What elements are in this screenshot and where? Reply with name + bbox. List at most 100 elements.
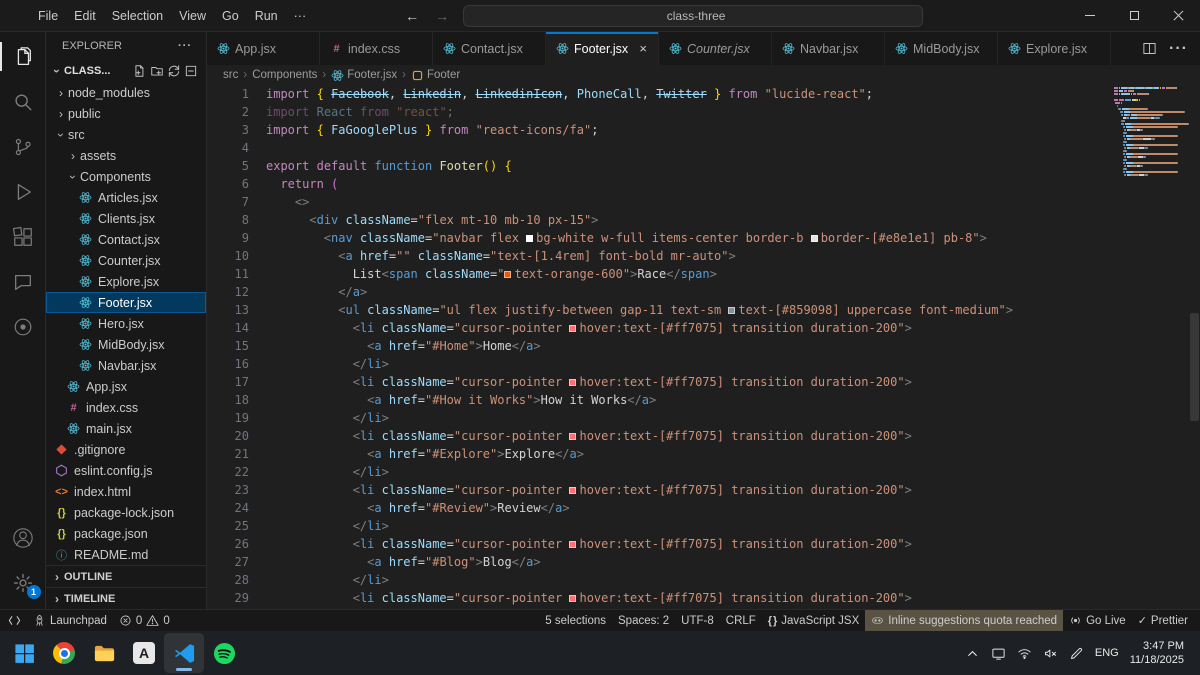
tree-item-explore-jsx[interactable]: Explore.jsx xyxy=(46,271,206,292)
code-editor[interactable]: 1 import { Facebook, Linkedin, LinkedinIc… xyxy=(207,85,1200,609)
pen-icon[interactable] xyxy=(1069,646,1084,661)
tree-item-main-jsx[interactable]: main.jsx xyxy=(46,418,206,439)
menu-file[interactable]: File xyxy=(30,0,66,31)
activity-explorer[interactable] xyxy=(0,34,46,79)
tree-item-src[interactable]: › src xyxy=(46,124,206,145)
menu-go[interactable]: Go xyxy=(214,0,247,31)
section-timeline[interactable]: › TIMELINE xyxy=(46,587,206,609)
tree-item-footer-jsx[interactable]: Footer.jsx xyxy=(46,292,206,313)
activity-copilot-chat[interactable] xyxy=(0,259,46,304)
workspace-section[interactable]: › CLASS... xyxy=(46,60,206,82)
new-file-icon[interactable] xyxy=(133,64,147,78)
activity-settings[interactable]: 1 xyxy=(0,560,46,605)
tree-item-navbar-jsx[interactable]: Navbar.jsx xyxy=(46,355,206,376)
tree-item-app-jsx[interactable]: App.jsx xyxy=(46,376,206,397)
toggle-secondary-sidebar-icon[interactable] xyxy=(1056,13,1062,19)
breadcrumb-footer[interactable]: Footer xyxy=(411,68,460,83)
tab-app-jsx[interactable]: App.jsx xyxy=(207,32,320,65)
forward-button[interactable]: → xyxy=(427,8,457,24)
menu-edit[interactable]: Edit xyxy=(66,0,104,31)
tree-item-index-html[interactable]: <> index.html xyxy=(46,481,206,502)
taskbar-vscode[interactable] xyxy=(164,633,204,673)
status-go-live[interactable]: Go Live xyxy=(1063,610,1132,631)
close-icon[interactable]: × xyxy=(637,40,649,57)
activity-live-share[interactable] xyxy=(0,304,46,349)
menu-run[interactable]: Run xyxy=(247,0,286,31)
new-folder-icon[interactable] xyxy=(150,64,164,78)
clock[interactable]: 3:47 PM 11/18/2025 xyxy=(1130,639,1184,668)
collapse-all-icon[interactable] xyxy=(184,64,198,78)
tree-item-contact-jsx[interactable]: Contact.jsx xyxy=(46,229,206,250)
status-encoding[interactable]: UTF-8 xyxy=(675,610,720,631)
tree-item-index-css[interactable]: # index.css xyxy=(46,397,206,418)
menu-selection[interactable]: Selection xyxy=(104,0,171,31)
customize-layout-icon[interactable] xyxy=(1026,13,1032,19)
back-button[interactable]: ← xyxy=(397,8,427,24)
tree-item-readme-md[interactable]: ⓘ README.md xyxy=(46,544,206,565)
tree-item-node-modules[interactable]: › node_modules xyxy=(46,82,206,103)
tree-item-articles-jsx[interactable]: Articles.jsx xyxy=(46,187,206,208)
breadcrumb-src[interactable]: src xyxy=(223,69,238,81)
status-language-mode[interactable]: { } JavaScript JSX xyxy=(762,610,865,631)
taskbar-app-a[interactable]: A xyxy=(124,633,164,673)
editor-scrollbar[interactable] xyxy=(1190,313,1199,421)
more-icon[interactable]: ··· xyxy=(1169,40,1188,58)
status-prettier[interactable]: ✓ Prettier xyxy=(1132,610,1194,631)
chevron-up-icon[interactable] xyxy=(965,646,980,661)
status-remote-window[interactable] xyxy=(2,610,27,631)
sidebar-more-actions[interactable]: ··· xyxy=(178,40,192,52)
toggle-sidebar-icon[interactable] xyxy=(1036,13,1042,19)
activity-search[interactable] xyxy=(0,79,46,124)
activity-source-control[interactable] xyxy=(0,124,46,169)
tree-item-gitignore[interactable]: .gitignore xyxy=(46,439,206,460)
tree-item-hero-jsx[interactable]: Hero.jsx xyxy=(46,313,206,334)
tree-item-components[interactable]: › Components xyxy=(46,166,206,187)
tab-index-css[interactable]: # index.css xyxy=(320,32,433,65)
menu-view[interactable]: View xyxy=(171,0,214,31)
tree-item-public[interactable]: › public xyxy=(46,103,206,124)
tab-navbar-jsx[interactable]: Navbar.jsx xyxy=(772,32,885,65)
tree-item-package-json[interactable]: {} package.json xyxy=(46,523,206,544)
tab-contact-jsx[interactable]: Contact.jsx xyxy=(433,32,546,65)
section-outline[interactable]: › OUTLINE xyxy=(46,565,206,587)
tab-counter-jsx[interactable]: Counter.jsx xyxy=(659,32,772,65)
code-line: 3 import { FaGooglePlus } from "react-ico… xyxy=(207,121,1200,139)
tree-item-assets[interactable]: › assets xyxy=(46,145,206,166)
tab-footer-jsx[interactable]: Footer.jsx × xyxy=(546,32,659,65)
command-center-search[interactable]: class-three xyxy=(463,4,924,27)
tree-item-midbody-jsx[interactable]: MidBody.jsx xyxy=(46,334,206,355)
wifi-icon[interactable] xyxy=(1017,646,1032,661)
activity-accounts[interactable] xyxy=(0,515,46,560)
breadcrumb-footer-jsx[interactable]: Footer.jsx xyxy=(331,68,397,83)
tree-item-package-lock-json[interactable]: {} package-lock.json xyxy=(46,502,206,523)
activity-run-and-debug[interactable] xyxy=(0,169,46,214)
split-editor-icon[interactable] xyxy=(1142,41,1157,56)
taskbar-start[interactable] xyxy=(4,633,44,673)
status-selections[interactable]: 5 selections xyxy=(539,610,612,631)
status-copilot-status[interactable]: Inline suggestions quota reached xyxy=(865,610,1064,631)
menu-item[interactable]: ··· xyxy=(286,0,315,31)
display-icon[interactable] xyxy=(991,646,1006,661)
refresh-icon[interactable] xyxy=(167,64,181,78)
taskbar-file-explorer[interactable] xyxy=(84,633,124,673)
status-eol[interactable]: CRLF xyxy=(720,610,762,631)
status-launchpad[interactable]: Launchpad xyxy=(27,610,113,631)
language-indicator[interactable]: ENG xyxy=(1095,647,1119,659)
close-button[interactable] xyxy=(1156,0,1200,31)
tree-item-eslint-config-js[interactable]: eslint.config.js xyxy=(46,460,206,481)
breadcrumb-components[interactable]: Components xyxy=(252,69,317,81)
tree-item-counter-jsx[interactable]: Counter.jsx xyxy=(46,250,206,271)
taskbar-chrome[interactable] xyxy=(44,633,84,673)
activity-extensions[interactable] xyxy=(0,214,46,259)
tree-item-clients-jsx[interactable]: Clients.jsx xyxy=(46,208,206,229)
taskbar-spotify[interactable] xyxy=(204,633,244,673)
tab-midbody-jsx[interactable]: MidBody.jsx xyxy=(885,32,998,65)
status-indentation[interactable]: Spaces: 2 xyxy=(612,610,675,631)
minimize-button[interactable] xyxy=(1068,0,1112,31)
status-problems[interactable]: 00 xyxy=(113,610,176,631)
minimap[interactable] xyxy=(1114,87,1189,177)
tab-explore-jsx[interactable]: Explore.jsx xyxy=(998,32,1111,65)
maximize-button[interactable] xyxy=(1112,0,1156,31)
toggle-panel-icon[interactable] xyxy=(1046,13,1052,19)
volume-muted-icon[interactable] xyxy=(1043,646,1058,661)
